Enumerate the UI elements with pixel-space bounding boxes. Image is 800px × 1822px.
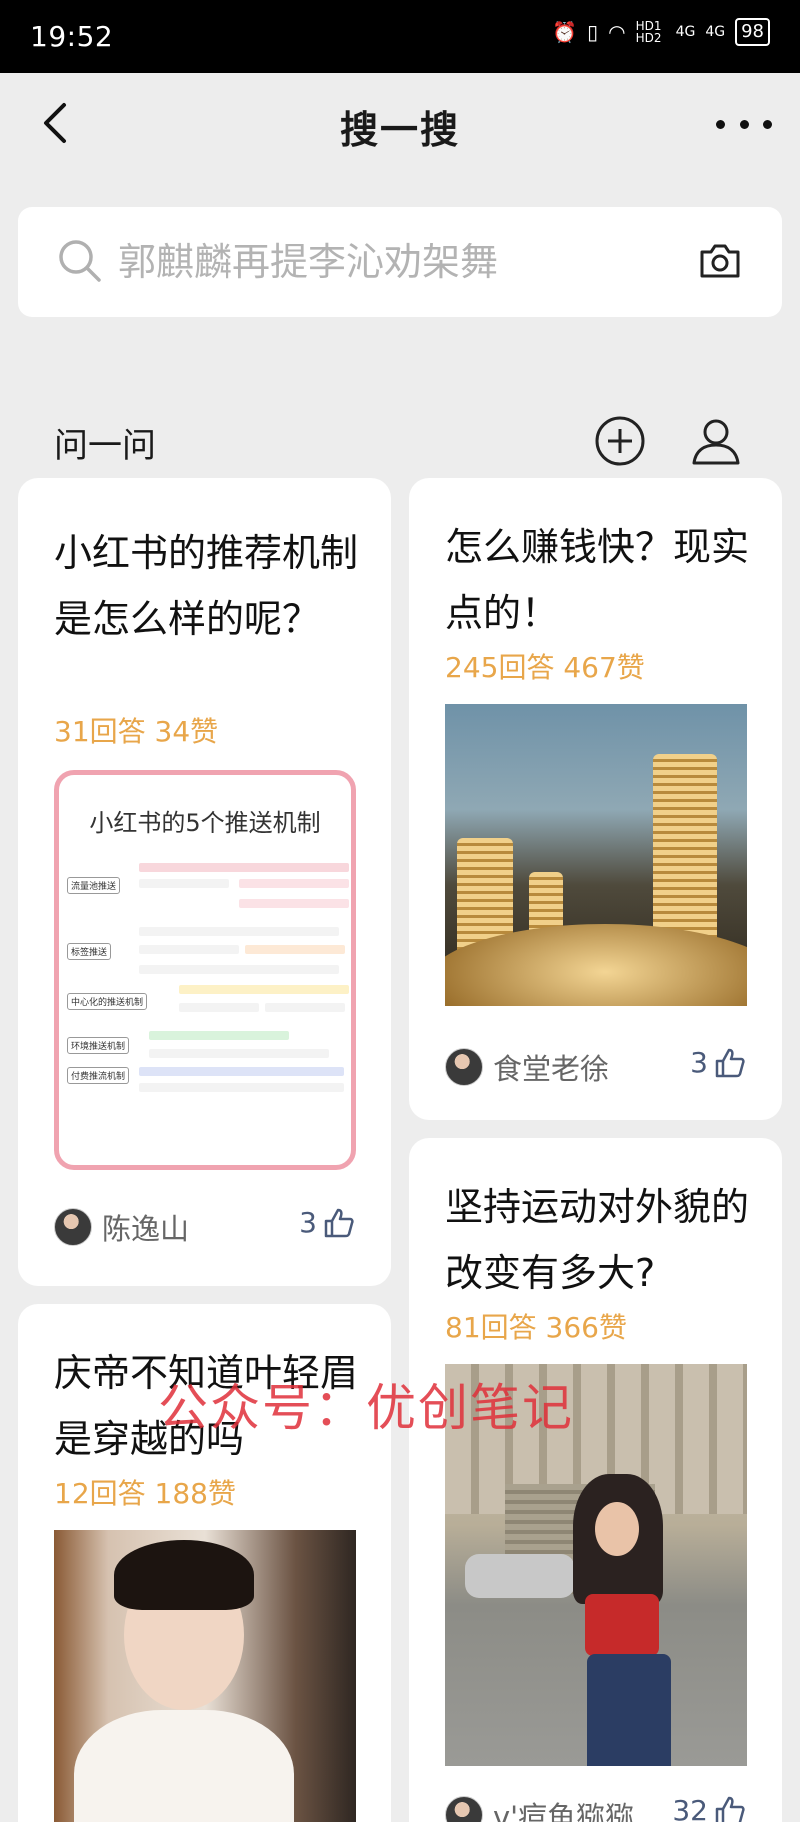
car-shape xyxy=(465,1554,575,1598)
author-name: v'痘鱼猕猕 xyxy=(493,1800,635,1822)
question-title: 怎么赚钱快？现实点的！ xyxy=(445,525,750,635)
question-card[interactable]: 怎么赚钱快？现实点的！ 245回答 467赞 食堂老徐 3 xyxy=(409,478,782,1120)
mindmap-title: 小红书的5个推送机制 xyxy=(89,809,321,837)
status-icons: ⏰ ▯ ◠ HD1 HD2 4G 4G 98 xyxy=(552,18,770,46)
avatar xyxy=(445,1796,483,1822)
mindmap-branch xyxy=(139,945,239,954)
like-count: 3 xyxy=(299,1206,317,1239)
like-button[interactable]: 3 xyxy=(690,1046,746,1079)
user-icon[interactable] xyxy=(690,415,742,467)
signal-1-icon: 4G xyxy=(675,24,696,40)
mindmap-branch xyxy=(179,1003,259,1012)
question-stats: 12回答 188赞 xyxy=(54,1477,236,1510)
mindmap-branch xyxy=(239,899,349,908)
mindmap-node: 流量池推送 xyxy=(67,877,121,894)
coins-image xyxy=(445,704,747,1006)
nav-bar: 搜一搜 xyxy=(0,73,800,173)
more-button[interactable] xyxy=(716,109,772,139)
fur-collar-shape xyxy=(74,1710,294,1822)
page-title: 搜一搜 xyxy=(339,108,460,152)
mindmap-branch xyxy=(139,927,339,936)
like-button[interactable]: 32 xyxy=(672,1794,746,1822)
question-card[interactable]: 坚持运动对外貌的改变有多大? 81回答 366赞 v'痘鱼猕猕 32 xyxy=(409,1138,782,1822)
mindmap-branch xyxy=(139,965,339,974)
wifi-icon: ◠ xyxy=(608,20,626,44)
mindmap-branch xyxy=(139,879,229,888)
mindmap-branch xyxy=(139,863,349,872)
thumbs-up-icon xyxy=(324,1208,354,1237)
mindmap-node: 标签推送 xyxy=(67,943,112,960)
like-count: 3 xyxy=(690,1046,708,1079)
avatar xyxy=(54,1208,92,1246)
battery-icon: 98 xyxy=(735,18,770,46)
mindmap-branch xyxy=(265,1003,345,1012)
face-shape xyxy=(595,1502,639,1556)
search-bar[interactable] xyxy=(18,207,782,317)
thumbs-up-icon xyxy=(715,1796,745,1822)
mindmap-branch xyxy=(239,879,349,888)
search-icon xyxy=(59,240,101,282)
vibrate-icon: ▯ xyxy=(587,20,599,44)
more-dot xyxy=(763,119,772,129)
author-name: 陈逸山 xyxy=(102,1212,190,1246)
mindmap-image: 小红书的5个推送机制 流量池推送 标签推送 中心化的推送机制 环境推送机制 付费… xyxy=(54,770,356,1170)
mindmap-node: 中心化的推送机制 xyxy=(67,993,148,1010)
mindmap-branch xyxy=(245,945,345,954)
signal-2-icon: 4G xyxy=(705,24,726,40)
question-stats: 81回答 366赞 xyxy=(445,1311,627,1344)
question-card[interactable]: 小红书的推荐机制是怎么样的呢？ 31回答 34赞 小红书的5个推送机制 流量池推… xyxy=(18,478,391,1286)
section-title: 问一问 xyxy=(54,426,156,466)
more-dot xyxy=(716,119,725,129)
search-input[interactable] xyxy=(118,229,678,295)
mindmap-branch xyxy=(179,985,349,994)
hair-shape xyxy=(114,1540,254,1610)
question-stats: 31回答 34赞 xyxy=(54,715,219,748)
mindmap-branch xyxy=(149,1049,329,1058)
status-time: 19:52 xyxy=(30,20,114,53)
question-title: 坚持运动对外貌的改变有多大? xyxy=(445,1185,750,1295)
thumbs-up-icon xyxy=(715,1048,745,1077)
avatar xyxy=(445,1048,483,1086)
question-title: 小红书的推荐机制是怎么样的呢？ xyxy=(54,531,359,641)
mindmap-node: 环境推送机制 xyxy=(67,1037,130,1054)
mindmap-branch xyxy=(149,1031,289,1040)
like-count: 32 xyxy=(672,1794,708,1822)
more-dot xyxy=(739,119,749,129)
red-top-shape xyxy=(585,1594,659,1656)
like-button[interactable]: 3 xyxy=(299,1206,355,1239)
jeans-shape xyxy=(587,1654,671,1766)
author-name: 食堂老徐 xyxy=(493,1052,610,1086)
status-bar: 19:52 ⏰ ▯ ◠ HD1 HD2 4G 4G 98 xyxy=(0,0,800,73)
network-label: HD1 HD2 xyxy=(635,19,662,45)
camera-icon[interactable] xyxy=(698,243,742,279)
question-stats: 245回答 467赞 xyxy=(445,651,645,684)
mindmap-branch xyxy=(139,1067,344,1076)
mindmap-branch xyxy=(139,1083,344,1092)
mindmap-node: 付费推流机制 xyxy=(67,1067,130,1084)
plus-circle-icon[interactable] xyxy=(594,415,646,467)
costume-drama-image xyxy=(54,1530,356,1822)
author[interactable]: 陈逸山 xyxy=(54,1206,189,1248)
author[interactable]: 食堂老徐 xyxy=(445,1046,609,1088)
watermark: 公众号：优创笔记 xyxy=(158,1379,574,1437)
alarm-icon: ⏰ xyxy=(552,20,578,44)
author[interactable]: v'痘鱼猕猕 xyxy=(445,1794,634,1822)
